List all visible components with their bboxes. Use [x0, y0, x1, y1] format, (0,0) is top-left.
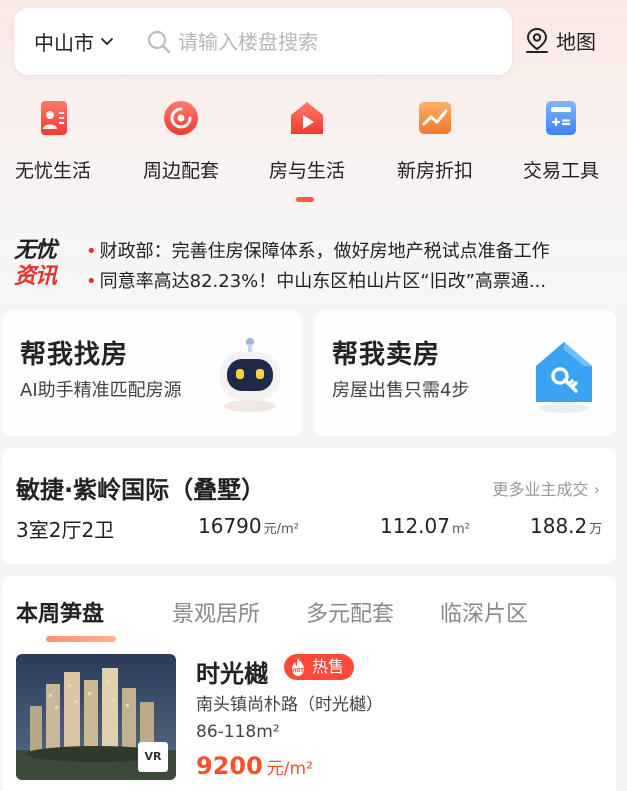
news-logo: 无忧 资讯: [14, 237, 57, 289]
city-label: 中山市: [34, 31, 94, 55]
property-thumbnail[interactable]: VR: [16, 654, 176, 780]
robot-mascot-icon: [220, 338, 280, 412]
tab-diverse-amenities[interactable]: 多元配套: [306, 596, 394, 628]
map-button[interactable]: 地图: [524, 26, 596, 55]
map-label: 地图: [556, 30, 596, 54]
quick-nav: 无忧生活 周边配套 房与生活 新房折扣 交易工具: [0, 96, 627, 206]
recent-deal-card[interactable]: 敏捷·紫岭国际（叠墅） 更多业主成交 › 3室2厅2卫 16790 元/m² 11…: [2, 448, 616, 564]
sell-home-card[interactable]: 帮我卖房 房屋出售只需4步: [314, 310, 616, 436]
header: 中山市 地图: [0, 0, 627, 90]
property-address: 南头镇尚朴路（时光樾）: [196, 695, 383, 715]
search-icon: [147, 30, 171, 53]
hot-sale-badge: HOT 热售: [284, 654, 355, 680]
search-input[interactable]: [178, 29, 478, 54]
deal-total-price: 188.2 万: [530, 514, 603, 538]
property-price: 9200 元/m²: [196, 752, 313, 780]
tab-near-shenzhen[interactable]: 临深片区: [440, 596, 528, 628]
flame-icon: HOT: [292, 658, 305, 676]
deal-unit-price: 16790 元/m²: [198, 514, 299, 538]
card-title: 帮我卖房: [332, 340, 441, 370]
listing-tabs: 本周笋盘 景观居所 多元配套 临深片区: [16, 596, 606, 642]
news-item[interactable]: • 同意率高达82.23%！中山东区柏山片区“旧改”高票通...: [86, 267, 616, 293]
deal-layout: 3室2厅2卫: [16, 518, 115, 542]
weekly-listings-section: 本周笋盘 景观居所 多元配套 临深片区 VR 时光樾 HOT 热售 南头镇尚朴路…: [2, 576, 616, 791]
property-name[interactable]: 时光樾: [196, 654, 268, 689]
search-bar: 中山市: [14, 8, 512, 75]
bullet-icon: •: [86, 271, 97, 292]
nav-label: 新房折扣: [396, 160, 473, 182]
card-title: 帮我找房: [20, 340, 129, 370]
card-subtitle: AI助手精准匹配房源: [20, 380, 182, 401]
news-item[interactable]: • 财政部：完善住房保障体系，做好房地产税试点准备工作: [86, 237, 616, 263]
svg-text:HOT: HOT: [292, 668, 304, 674]
nav-item-trading-tools[interactable]: 交易工具: [506, 96, 616, 183]
nav-active-indicator: [296, 197, 314, 202]
deal-area: 112.07 m²: [380, 514, 470, 538]
nav-label: 房与生活: [268, 160, 345, 182]
tab-landscape-homes[interactable]: 景观居所: [172, 596, 260, 628]
house-key-icon: [536, 342, 592, 413]
tab-active-underline: [46, 636, 116, 642]
chevron-right-icon: ›: [593, 480, 600, 499]
target-icon: [164, 101, 198, 135]
nav-label: 周边配套: [142, 160, 219, 182]
city-selector[interactable]: 中山市: [14, 27, 132, 56]
bullet-icon: •: [86, 241, 97, 262]
card-subtitle: 房屋出售只需4步: [332, 380, 470, 401]
nav-label: 无忧生活: [14, 160, 91, 182]
nav-item-new-home-discount[interactable]: 新房折扣: [380, 96, 490, 183]
property-area: 86-118m²: [196, 722, 280, 742]
nav-item-house-and-life[interactable]: 房与生活: [252, 96, 362, 183]
house-play-icon: [291, 102, 323, 134]
nav-item-carefree-life[interactable]: 无忧生活: [0, 96, 108, 183]
chart-trend-icon: [419, 102, 451, 134]
calculator-icon: [546, 101, 576, 135]
more-deals-link[interactable]: 更多业主成交 ›: [492, 476, 600, 500]
map-pin-icon: [526, 27, 548, 53]
news-ticker[interactable]: 无忧 资讯 • 财政部：完善住房保障体系，做好房地产税试点准备工作 • 同意率高达8…: [14, 235, 614, 295]
nav-label: 交易工具: [522, 160, 599, 182]
vr-badge[interactable]: VR: [138, 742, 168, 772]
resume-icon: [41, 101, 67, 135]
chevron-down-icon: [101, 37, 113, 45]
find-home-card[interactable]: 帮我找房 AI助手精准匹配房源: [2, 310, 302, 436]
nav-item-nearby-facilities[interactable]: 周边配套: [126, 96, 236, 183]
deal-property-name: 敏捷·紫岭国际（叠墅）: [16, 476, 266, 504]
tab-weekly-deals[interactable]: 本周笋盘: [16, 596, 104, 628]
